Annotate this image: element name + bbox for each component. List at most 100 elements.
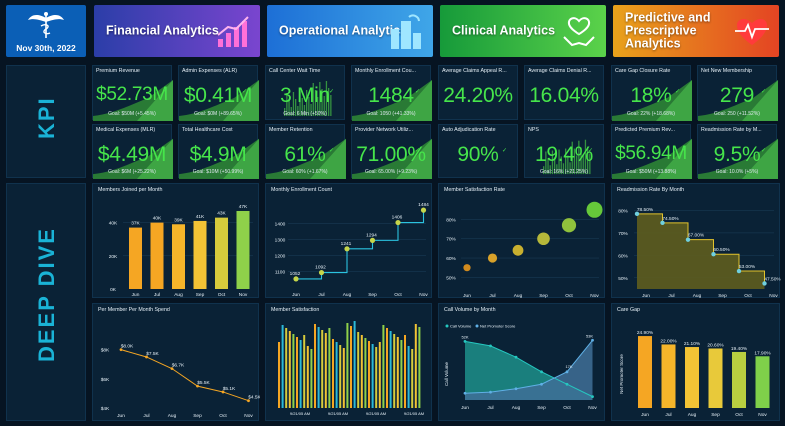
chart-card-member-satisfaction-rate[interactable]: Member Satisfaction Rate 80% 70% 60% 50% Jun J… — [438, 183, 605, 299]
bar[interactable] — [732, 351, 746, 408]
kpi-card[interactable]: Medical Expenses (MLR) $4.49M Goal: $6M (+… — [92, 124, 173, 179]
tab-operational[interactable]: Operational Analytics — [267, 5, 433, 57]
kpi-card[interactable]: Total Healthcare Cost $4.9M Goal: $10M (+5… — [178, 124, 259, 179]
chart-card-members-joined[interactable]: Members Joined per Month 40K 20K 0K 37K Jun 40… — [92, 183, 259, 298]
bar[interactable] — [661, 344, 676, 408]
chart-card-readmission-rate[interactable]: Readmission Rate By Month 80% 70% 60% 50% 78.… — [611, 183, 781, 299]
data-point[interactable] — [561, 218, 577, 233]
bar[interactable] — [708, 348, 723, 408]
bar[interactable] — [375, 347, 378, 408]
bar[interactable] — [324, 333, 327, 408]
data-point[interactable] — [591, 338, 594, 342]
bar[interactable] — [368, 341, 370, 408]
bar[interactable] — [414, 324, 417, 408]
bar[interactable] — [335, 342, 338, 408]
data-point[interactable] — [565, 382, 569, 386]
kpi-card[interactable]: Predicted Premium Rev... $56.94M Goal: $50… — [611, 124, 692, 179]
bar[interactable] — [317, 327, 320, 408]
tab-financial[interactable]: Financial Analytics — [94, 5, 260, 57]
bar[interactable] — [332, 339, 334, 408]
chart-card-call-volume[interactable]: Call Volume by Month 52K 17K 53K Call Volume… — [438, 303, 605, 421]
data-point[interactable] — [489, 344, 492, 348]
data-point[interactable] — [344, 246, 350, 252]
bar[interactable] — [400, 340, 403, 408]
data-point[interactable] — [514, 355, 518, 359]
bar[interactable] — [342, 348, 345, 408]
data-point[interactable] — [514, 387, 518, 391]
bar[interactable] — [393, 334, 396, 408]
bar[interactable] — [364, 338, 367, 408]
data-point[interactable] — [512, 244, 524, 256]
data-point[interactable] — [489, 390, 492, 394]
bar[interactable] — [150, 222, 164, 289]
kpi-card[interactable]: Provider Network Utiliz... 71.00% Goal: 65… — [351, 124, 432, 179]
kpi-card[interactable]: Readmission Rate by M... 9.5% Goal: 10.0% … — [697, 124, 778, 179]
data-point[interactable] — [463, 264, 471, 272]
kpi-card[interactable]: Average Claims Denial R... 16.04% ✓ — [524, 65, 604, 120]
chart-card-per-member-per-month[interactable]: Per Member Per Month Spend $8K $6K $4K $8.0K… — [92, 303, 260, 421]
kpi-card[interactable]: Admin Expenses (ALR) $0.41M Goal: $0M (+89… — [178, 65, 259, 121]
kpi-card[interactable]: Auto Adjudication Rate 90% ✓ — [438, 124, 518, 178]
tab-predictive[interactable]: Predictive and Prescriptive Analytics — [613, 5, 779, 57]
bar[interactable] — [321, 330, 324, 408]
kpi-card[interactable]: NPS 19.4% Goal: 16% (+21.25%) ✓ — [524, 124, 604, 178]
bar[interactable] — [281, 325, 284, 408]
kpi-card[interactable]: Monthly Enrollment Cou... 1484 Goal: 1050 … — [351, 65, 432, 121]
bar[interactable] — [310, 349, 313, 408]
tab-clinical[interactable]: Clinical Analytics — [440, 5, 606, 57]
bar[interactable] — [396, 337, 399, 408]
bar[interactable] — [407, 346, 410, 408]
data-point[interactable] — [293, 276, 299, 282]
bar[interactable] — [288, 331, 291, 408]
bar[interactable] — [418, 327, 421, 408]
chart-card-member-satisfaction[interactable]: Member Satisfaction 9/21/05 AM 9/21/05 AM 9… — [265, 303, 432, 421]
data-point[interactable] — [537, 232, 550, 246]
bar[interactable] — [685, 347, 699, 408]
data-point[interactable] — [369, 237, 376, 243]
bar[interactable] — [371, 344, 374, 408]
bar[interactable] — [339, 345, 342, 408]
bar[interactable] — [296, 337, 298, 408]
bar[interactable] — [306, 346, 309, 408]
bar[interactable] — [328, 328, 331, 408]
data-point[interactable] — [395, 219, 401, 226]
data-point[interactable] — [463, 339, 467, 343]
bar[interactable] — [386, 328, 388, 408]
bar[interactable] — [350, 326, 352, 408]
bar[interactable] — [285, 328, 288, 408]
kpi-card[interactable]: Premium Revenue $52.73M Goal: $50M (+5.45%… — [92, 65, 173, 121]
chart-card-care-gap[interactable]: Care Gap 24.90% Jun 22.00% Jul 21.10% Aug 20.60… — [611, 303, 780, 421]
kpi-card[interactable]: Average Claims Appeal R... 24.20% ✓ — [438, 65, 518, 120]
bar[interactable] — [215, 217, 228, 289]
bar[interactable] — [292, 334, 295, 408]
bar[interactable] — [236, 210, 250, 289]
kpi-card[interactable]: Care Gap Closure Rate 18% Goal: 22% (+18.6… — [611, 65, 692, 121]
bar[interactable] — [303, 335, 306, 408]
bar[interactable] — [357, 332, 360, 408]
bar[interactable] — [404, 335, 406, 408]
kpi-card[interactable]: Net New Membership 279 Goal: 250 (+11.52%)… — [697, 65, 778, 121]
data-point[interactable] — [591, 395, 594, 399]
bar[interactable] — [314, 324, 316, 408]
bar[interactable] — [129, 227, 142, 289]
bar[interactable] — [382, 325, 385, 408]
bar[interactable] — [353, 321, 356, 408]
chart-card-monthly-enrollment[interactable]: Monthly Enrollment Count 1400 1300 1200 1100… — [265, 183, 432, 298]
bar[interactable] — [378, 342, 381, 408]
bar[interactable] — [172, 224, 185, 289]
bar[interactable] — [389, 331, 392, 408]
bar[interactable] — [411, 349, 414, 408]
data-point[interactable] — [540, 382, 543, 386]
bar[interactable] — [755, 356, 770, 408]
bar[interactable] — [346, 323, 349, 408]
kpi-card[interactable]: Member Retention 61% Goal: 60% (+1.67%) ✓ — [265, 124, 346, 179]
bar[interactable] — [638, 336, 652, 408]
bar[interactable] — [193, 220, 207, 289]
data-point[interactable] — [463, 391, 467, 395]
kpi-card[interactable]: Call Center Wait Time 3 Min Goal: 6 Min (+… — [265, 65, 345, 120]
data-point[interactable] — [318, 269, 325, 276]
data-point[interactable] — [487, 253, 498, 263]
data-point[interactable] — [586, 201, 603, 218]
bar[interactable] — [360, 335, 363, 408]
data-point[interactable] — [420, 207, 427, 213]
